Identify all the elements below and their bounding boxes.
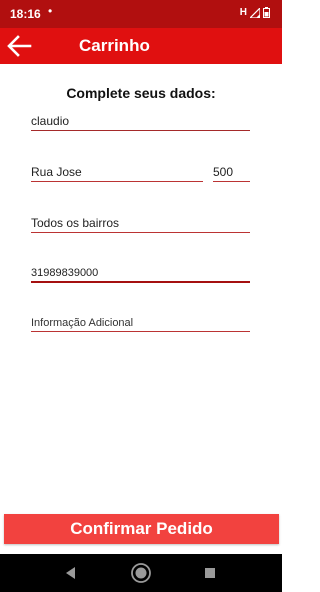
status-bar: 18:16 • H <box>0 0 282 28</box>
district-field[interactable] <box>31 214 250 233</box>
additional-info-field[interactable] <box>31 314 250 332</box>
status-time: 18:16 <box>10 7 41 21</box>
battery-icon <box>263 7 270 18</box>
confirm-order-button[interactable]: Confirmar Pedido <box>4 514 279 544</box>
nav-back-button[interactable] <box>60 562 82 584</box>
form-title: Complete seus dados: <box>66 85 216 101</box>
triangle-back-icon <box>66 567 75 579</box>
name-field[interactable] <box>31 112 250 131</box>
signal-icon <box>250 7 260 18</box>
back-button[interactable] <box>6 34 32 58</box>
arrow-left-icon <box>7 35 32 57</box>
number-field[interactable] <box>213 163 250 182</box>
street-field[interactable] <box>31 163 203 182</box>
app-bar: Carrinho <box>0 28 282 64</box>
network-type: H <box>239 7 247 18</box>
system-nav-bar <box>0 554 282 592</box>
square-recent-icon <box>205 568 215 578</box>
circle-home-icon <box>131 563 151 583</box>
nav-home-button[interactable] <box>130 562 152 584</box>
page-title: Carrinho <box>79 36 150 55</box>
notification-dot: • <box>48 4 53 18</box>
nav-recent-button[interactable] <box>199 562 221 584</box>
status-icons: H <box>240 7 270 18</box>
phone-field[interactable] <box>31 264 250 283</box>
